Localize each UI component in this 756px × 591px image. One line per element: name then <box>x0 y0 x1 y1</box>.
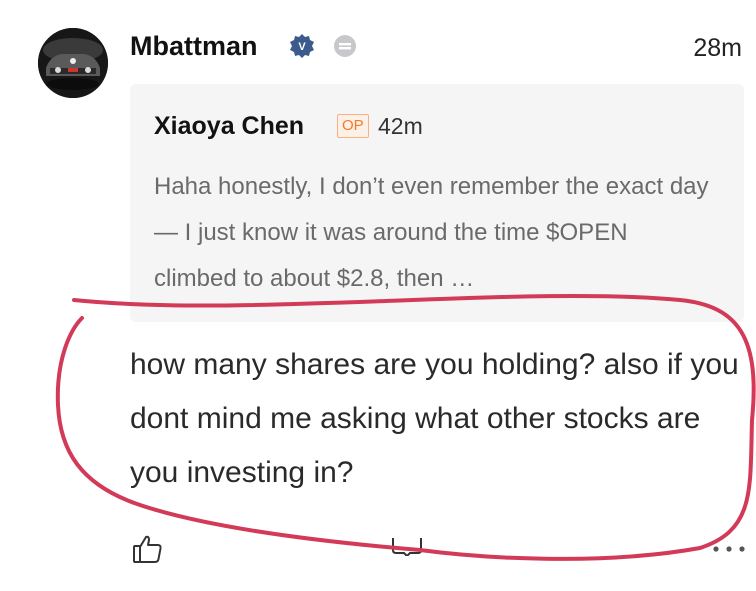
comment-card: Mbattman V 28m Xiaoya Chen OP 42m Haha h… <box>0 0 756 591</box>
author-name[interactable]: Mbattman <box>130 28 258 64</box>
quote-author-name[interactable]: Xiaoya Chen <box>154 108 304 144</box>
verified-badge-icon: V <box>288 33 316 59</box>
op-badge: OP <box>337 114 369 138</box>
avatar[interactable] <box>38 28 108 98</box>
thumbs-up-icon[interactable] <box>132 533 164 565</box>
svg-text:V: V <box>298 41 306 53</box>
comment-icon[interactable] <box>390 536 424 558</box>
comment-timestamp: 28m <box>693 34 742 62</box>
comment-body: how many shares are you holding? also if… <box>130 348 739 489</box>
quote-text: Haha honestly, I don’t even remember the… <box>154 173 709 292</box>
more-dots-icon[interactable] <box>711 541 747 552</box>
quoted-reply[interactable]: Xiaoya Chen OP 42m Haha honestly, I don’… <box>130 84 744 322</box>
quote-timestamp: 42m <box>378 113 423 139</box>
level-badge-icon <box>333 34 357 58</box>
